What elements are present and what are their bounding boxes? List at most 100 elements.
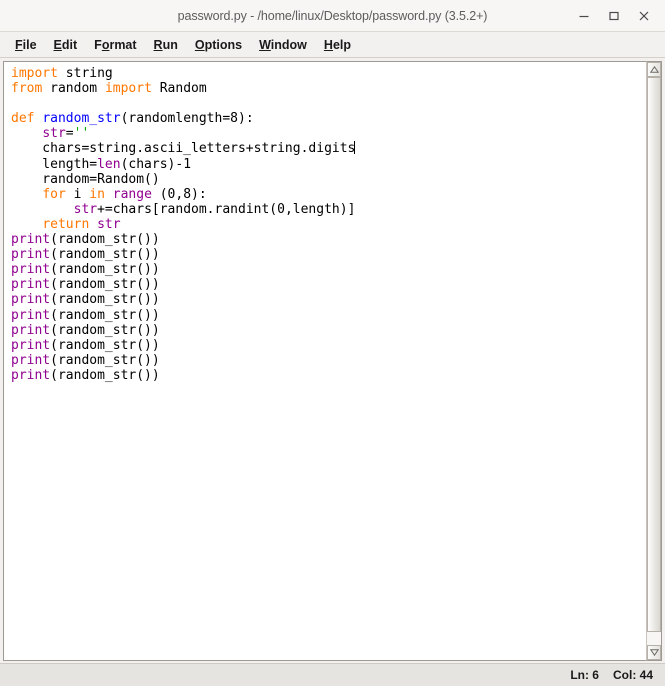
code-token: = [65, 126, 74, 142]
code-line: print(random_str()) [11, 308, 646, 323]
code-line: print(random_str()) [11, 232, 646, 247]
window-controls [569, 0, 659, 31]
menu-item-format[interactable]: Format [86, 35, 145, 55]
code-token: (random_str()) [50, 232, 160, 248]
idle-editor-window: password.py - /home/linux/Desktop/passwo… [0, 0, 665, 686]
code-token: (random_str()) [50, 367, 160, 383]
code-token: (random_str()) [50, 292, 160, 308]
code-token: (random_str()) [50, 352, 160, 368]
source-code: import string from random import Random d… [6, 64, 646, 383]
code-token: random_str [42, 111, 121, 127]
code-token: string [57, 66, 113, 81]
code-line: print(random_str()) [11, 277, 646, 292]
code-token: print [11, 352, 51, 368]
editor-area: import string from random import Random d… [0, 58, 665, 663]
code-line: print(random_str()) [11, 247, 646, 262]
code-token: import [11, 66, 58, 81]
menu-item-edit[interactable]: Edit [46, 35, 87, 55]
code-token: '' [73, 126, 90, 142]
code-line: print(random_str()) [11, 368, 646, 383]
code-token: print [11, 307, 51, 323]
code-token: length= [11, 156, 98, 172]
code-token: in [89, 186, 105, 202]
code-token: for [42, 186, 66, 202]
code-line: print(random_str()) [11, 292, 646, 307]
code-line: print(random_str()) [11, 338, 646, 353]
code-token: print [11, 277, 51, 293]
menu-item-window[interactable]: Window [251, 35, 316, 55]
code-line: str+=chars[random.randint(0,length)] [11, 202, 646, 217]
code-token: (random_str()) [50, 337, 160, 353]
code-line: return str [11, 217, 646, 232]
title-bar[interactable]: password.py - /home/linux/Desktop/passwo… [0, 0, 665, 32]
close-button[interactable] [629, 2, 659, 30]
code-token: (random_str()) [50, 307, 160, 323]
status-line-number: Ln: 6 [570, 668, 599, 682]
menu-item-run[interactable]: Run [146, 35, 187, 55]
code-token: random [42, 81, 105, 97]
code-token: (0,8): [151, 186, 207, 202]
code-token: print [11, 247, 51, 263]
minimize-button[interactable] [569, 2, 599, 30]
menu-item-file[interactable]: File [7, 35, 46, 55]
code-token: print [11, 367, 51, 383]
window-title: password.py - /home/linux/Desktop/passwo… [177, 8, 488, 23]
code-token: print [11, 322, 51, 338]
code-token: print [11, 337, 51, 353]
status-bar: Ln: 6 Col: 44 [0, 663, 665, 686]
code-token: (random_str()) [50, 322, 160, 338]
code-token: from [11, 81, 43, 97]
menu-item-options[interactable]: Options [187, 35, 251, 55]
text-cursor [354, 141, 356, 155]
code-line: str='' [11, 126, 646, 141]
code-token: chars=string.ascii_letters+string.digits [11, 141, 356, 157]
maximize-button[interactable] [599, 2, 629, 30]
code-token: range [112, 186, 152, 202]
code-line: print(random_str()) [11, 262, 646, 277]
menu-bar: File Edit Format Run Options Window Help [0, 32, 665, 58]
code-line: from random import Random [11, 81, 646, 96]
code-token: (random_str()) [50, 262, 160, 278]
code-line: random=Random() [11, 172, 646, 187]
code-token: random=Random() [11, 171, 160, 187]
code-token: str [42, 126, 66, 142]
code-token: str [73, 201, 98, 217]
code-token: print [11, 292, 51, 308]
menu-item-help[interactable]: Help [316, 35, 360, 55]
scrollbar-thumb[interactable] [647, 77, 661, 632]
code-token: print [11, 232, 51, 248]
code-line: print(random_str()) [11, 323, 646, 338]
code-token: return [42, 216, 90, 232]
code-token: import [104, 81, 152, 97]
code-line: chars=string.ascii_letters+string.digits [11, 141, 646, 156]
vertical-scrollbar[interactable] [646, 61, 662, 661]
code-token: +=chars[random.randint(0,length)] [97, 201, 356, 217]
status-column-number: Col: 44 [612, 668, 653, 682]
code-line: import string [11, 66, 646, 81]
scroll-down-arrow-icon[interactable] [647, 645, 661, 660]
code-token: print [11, 262, 51, 278]
code-token: (random_str()) [50, 247, 160, 263]
scroll-up-arrow-icon[interactable] [647, 62, 661, 77]
scrollbar-track[interactable] [647, 77, 661, 645]
code-line: def random_str(randomlength=8): [11, 111, 646, 126]
code-token: Random [151, 81, 207, 97]
code-token: str [97, 216, 121, 232]
code-line: print(random_str()) [11, 353, 646, 368]
code-token: i [65, 186, 90, 202]
code-token: len [97, 156, 121, 172]
code-token: (randomlength=8): [120, 111, 254, 127]
code-text-area[interactable]: import string from random import Random d… [3, 61, 646, 661]
code-token: (random_str()) [50, 277, 160, 293]
code-line: for i in range (0,8): [11, 187, 646, 202]
code-token: def [11, 111, 35, 127]
code-line: length=len(chars)-1 [11, 157, 646, 172]
code-token: (chars)-1 [120, 156, 192, 172]
